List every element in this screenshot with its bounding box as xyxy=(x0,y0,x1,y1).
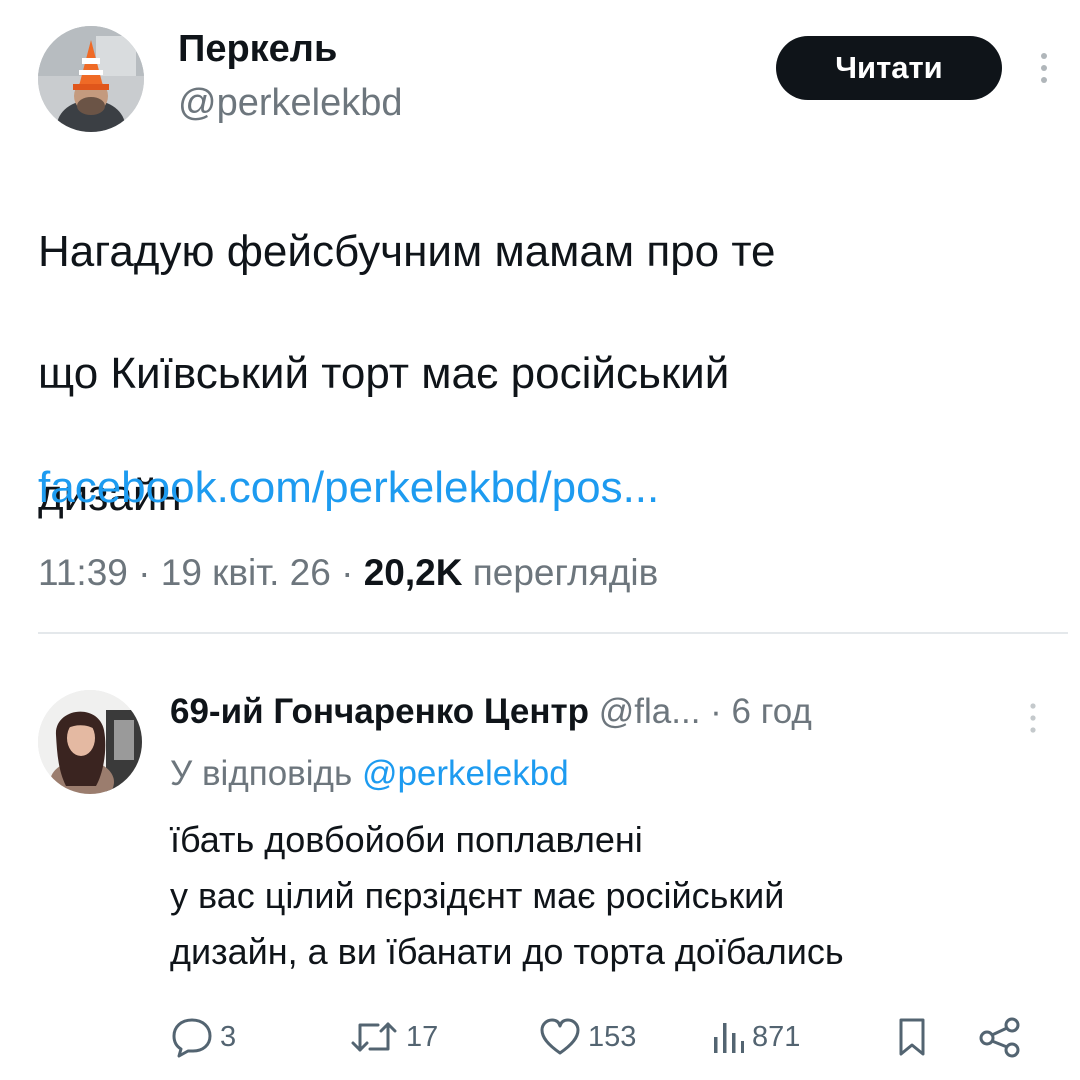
meta-separator: · xyxy=(341,552,354,593)
reply-more-options-button[interactable] xyxy=(1018,700,1048,736)
reply-author-handle[interactable]: @fla... xyxy=(599,692,701,731)
views-button[interactable]: 871 xyxy=(710,1014,800,1060)
like-count: 153 xyxy=(588,1021,637,1053)
views-label: переглядів xyxy=(472,552,659,593)
share-icon xyxy=(979,1017,1020,1058)
tweet-text-line: Нагадую фейсбучним мамам про те xyxy=(38,227,776,276)
reply-text-line: у вас цілий пєрзідєнт має російський xyxy=(170,875,785,916)
reply-to-label: У відповідь xyxy=(170,754,353,793)
retweet-count: 17 xyxy=(406,1021,439,1053)
tweet-link[interactable]: facebook.com/perkelekbd/pos... xyxy=(38,458,659,518)
meta-separator: · xyxy=(138,552,151,593)
author-avatar-image xyxy=(38,26,144,132)
reply-author-name[interactable]: 69-ий Гончаренко Центр xyxy=(170,692,589,731)
reply-text: їбать довбойоби поплавлені у вас цілий п… xyxy=(170,812,1050,980)
author-handle[interactable]: @perkelekbd xyxy=(178,80,402,126)
more-options-button[interactable] xyxy=(1026,48,1062,88)
retweet-icon xyxy=(351,1022,397,1052)
author-name[interactable]: Перкель xyxy=(178,26,337,72)
reply-time[interactable]: 6 год xyxy=(732,692,812,731)
reply-to-mention[interactable]: @perkelekbd xyxy=(362,754,569,793)
views-count-reply: 871 xyxy=(752,1021,801,1053)
reply-count: 3 xyxy=(220,1021,237,1053)
divider xyxy=(38,632,1068,634)
analytics-icon xyxy=(714,1023,744,1053)
bookmark-icon xyxy=(899,1018,925,1056)
retweet-button[interactable]: 17 xyxy=(348,1014,438,1060)
follow-button[interactable]: Читати xyxy=(776,36,1002,100)
reply-header: 69-ий Гончаренко Центр @fla... · 6 год xyxy=(170,688,812,736)
reply-avatar[interactable] xyxy=(38,690,142,794)
reply-to: У відповідь @perkelekbd xyxy=(170,750,569,798)
tweet-meta: 11:39 · 19 квіт. 26 · 20,2K переглядів xyxy=(38,545,658,601)
bookmark-button[interactable] xyxy=(893,1014,931,1060)
heart-icon xyxy=(540,1018,580,1055)
more-vertical-icon xyxy=(1030,703,1036,733)
reply-avatar-image xyxy=(38,690,142,794)
views-count: 20,2K xyxy=(363,552,463,593)
reply-text-line: їбать довбойоби поплавлені xyxy=(170,819,643,860)
tweet-date[interactable]: 19 квіт. 26 xyxy=(161,552,331,593)
reply-text-line: дизайн, а ви їбанати до торта доїбались xyxy=(170,931,844,972)
more-vertical-icon xyxy=(1041,53,1047,83)
comment-icon xyxy=(172,1018,212,1058)
tweet-time[interactable]: 11:39 xyxy=(38,552,128,593)
author-avatar[interactable] xyxy=(38,26,144,132)
like-button[interactable]: 153 xyxy=(538,1014,636,1060)
share-button[interactable] xyxy=(976,1014,1024,1060)
reply-button[interactable]: 3 xyxy=(170,1014,236,1060)
tweet-text-line: що Київський торт має російський xyxy=(38,349,730,398)
tweet-text: Нагадую фейсбучним мамам про те що Київс… xyxy=(38,160,1048,587)
meta-separator: · xyxy=(710,692,722,731)
